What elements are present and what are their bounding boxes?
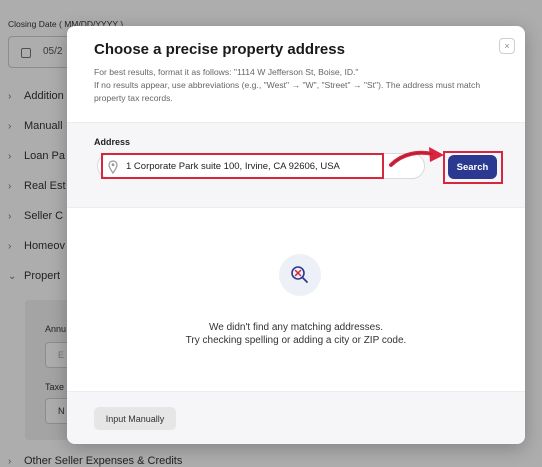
search-x-icon (291, 266, 308, 283)
modal-footer: Input Manually (67, 391, 525, 444)
annotation-arrow-icon (389, 147, 444, 167)
modal-description: For best results, format it as follows: … (94, 66, 504, 105)
empty-state-hint: Try checking spelling or adding a city o… (185, 335, 407, 346)
address-section: Address 1 Corporate Park suite 100, Irvi… (67, 122, 525, 208)
address-modal: Choose a precise property address × For … (67, 26, 525, 444)
address-label: Address (94, 137, 131, 147)
modal-title: Choose a precise property address (94, 41, 345, 58)
no-results-icon (279, 254, 321, 296)
search-button[interactable]: Search (448, 155, 497, 179)
empty-state-title: We didn't find any matching addresses. (208, 322, 384, 333)
annotation-box-address (101, 153, 384, 179)
close-button[interactable]: × (499, 38, 515, 54)
description-line-2: If no results appear, use abbreviations … (94, 80, 481, 103)
description-line-1: For best results, format it as follows: … (94, 67, 359, 77)
close-icon: × (504, 41, 510, 51)
input-manually-button[interactable]: Input Manually (94, 407, 176, 430)
